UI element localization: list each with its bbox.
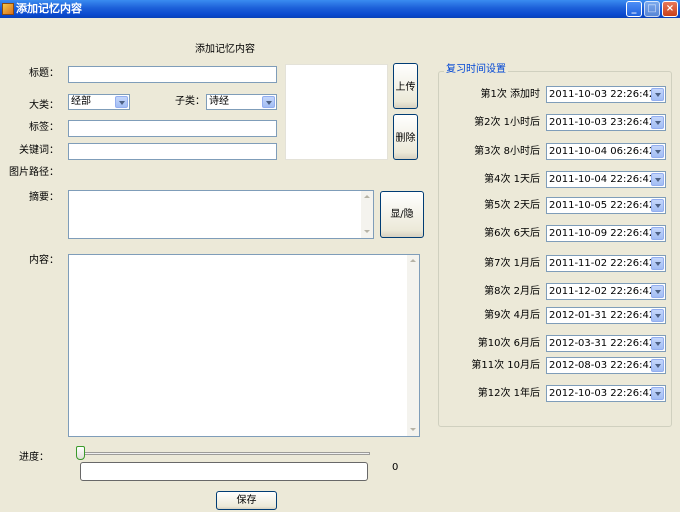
- review-time-select[interactable]: 2011-10-04 06:26:42: [546, 143, 666, 160]
- review-time-value: 2011-10-04 06:26:42: [549, 146, 656, 157]
- category-value: 经部: [71, 96, 91, 107]
- keywords-label: 关键词：: [19, 145, 59, 156]
- chevron-down-icon[interactable]: [651, 227, 664, 240]
- title-bar: 添加记忆内容 _ □ ×: [0, 0, 680, 18]
- review-time-select[interactable]: 2011-10-09 22:26:42: [546, 225, 666, 242]
- image-preview: [285, 64, 388, 160]
- review-row-label: 第8次 2月后: [484, 286, 540, 297]
- chevron-down-icon[interactable]: [651, 337, 664, 350]
- scroll-up-icon[interactable]: [362, 192, 372, 202]
- tags-label: 标签：: [29, 122, 59, 133]
- review-time-select[interactable]: 2012-10-03 22:26:42: [546, 385, 666, 402]
- window-title: 添加记忆内容: [16, 2, 82, 15]
- review-time-value: 2011-10-05 22:26:42: [549, 200, 656, 211]
- chevron-down-icon[interactable]: [651, 145, 664, 158]
- review-row-label: 第5次 2天后: [484, 200, 540, 211]
- review-time-value: 2011-10-09 22:26:42: [549, 228, 656, 239]
- chevron-down-icon[interactable]: [651, 199, 664, 212]
- delete-button[interactable]: 删除: [393, 114, 418, 160]
- review-time-select[interactable]: 2011-12-02 22:26:42: [546, 283, 666, 300]
- chevron-down-icon[interactable]: [651, 285, 664, 298]
- scroll-up-icon[interactable]: [408, 256, 418, 266]
- review-time-select[interactable]: 2012-08-03 22:26:42: [546, 357, 666, 374]
- summary-label: 摘要：: [29, 192, 59, 203]
- summary-scrollbar[interactable]: [361, 191, 373, 238]
- review-time-value: 2011-11-02 22:26:42: [549, 258, 656, 269]
- review-time-select[interactable]: 2011-10-04 22:26:42: [546, 171, 666, 188]
- toggle-visibility-button[interactable]: 显/隐: [380, 191, 424, 238]
- chevron-down-icon[interactable]: [651, 116, 664, 129]
- category-label: 大类：: [29, 100, 59, 111]
- keywords-input[interactable]: [68, 143, 277, 160]
- chevron-down-icon[interactable]: [651, 359, 664, 372]
- review-row-label: 第11次 10月后: [471, 360, 540, 371]
- scroll-down-icon[interactable]: [362, 227, 372, 237]
- content-textarea[interactable]: [68, 254, 420, 437]
- progress-bar: [80, 462, 368, 481]
- upload-button[interactable]: 上传: [393, 63, 418, 109]
- progress-label: 进度：: [19, 452, 49, 463]
- review-row-label: 第2次 1小时后: [474, 117, 540, 128]
- content-label: 内容：: [29, 255, 59, 266]
- summary-textarea[interactable]: [68, 190, 374, 239]
- review-row-label: 第6次 6天后: [484, 228, 540, 239]
- chevron-down-icon[interactable]: [651, 173, 664, 186]
- review-time-select[interactable]: 2011-10-03 23:26:42: [546, 114, 666, 131]
- subcategory-select[interactable]: 诗经: [206, 94, 277, 110]
- review-row-label: 第12次 1年后: [477, 388, 540, 399]
- review-time-value: 2011-10-03 23:26:42: [549, 117, 656, 128]
- review-row-label: 第9次 4月后: [484, 310, 540, 321]
- chevron-down-icon[interactable]: [115, 96, 128, 108]
- title-label: 标题：: [29, 68, 59, 79]
- review-time-value: 2011-10-03 22:26:42: [549, 89, 656, 100]
- title-input[interactable]: [68, 66, 277, 83]
- category-select[interactable]: 经部: [68, 94, 130, 110]
- save-button[interactable]: 保存: [216, 491, 277, 510]
- chevron-down-icon[interactable]: [651, 257, 664, 270]
- progress-slider-track[interactable]: [76, 452, 370, 455]
- image-path-label: 图片路径：: [9, 167, 59, 178]
- close-button[interactable]: ×: [662, 1, 678, 17]
- subcategory-label: 子类：: [175, 96, 205, 107]
- chevron-down-icon[interactable]: [651, 88, 664, 101]
- review-time-value: 2012-10-03 22:26:42: [549, 388, 656, 399]
- progress-slider-thumb[interactable]: [76, 446, 85, 460]
- app-icon: [2, 3, 14, 15]
- review-row-label: 第1次 添加时: [480, 89, 540, 100]
- review-row-label: 第4次 1天后: [484, 174, 540, 185]
- review-time-select[interactable]: 2011-10-05 22:26:42: [546, 197, 666, 214]
- maximize-button[interactable]: □: [644, 1, 660, 17]
- chevron-down-icon[interactable]: [262, 96, 275, 108]
- chevron-down-icon[interactable]: [651, 387, 664, 400]
- review-row-label: 第3次 8小时后: [474, 146, 540, 157]
- review-time-select[interactable]: 2011-11-02 22:26:42: [546, 255, 666, 272]
- review-time-value: 2012-01-31 22:26:42: [549, 310, 656, 321]
- chevron-down-icon[interactable]: [651, 309, 664, 322]
- tags-input[interactable]: [68, 120, 277, 137]
- review-time-value: 2012-03-31 22:26:42: [549, 338, 656, 349]
- review-schedule-title: 复习时间设置: [444, 64, 508, 76]
- review-row-label: 第7次 1月后: [484, 258, 540, 269]
- scroll-down-icon[interactable]: [408, 425, 418, 435]
- subcategory-value: 诗经: [209, 96, 229, 107]
- progress-value: 0: [392, 462, 399, 473]
- minimize-button[interactable]: _: [626, 1, 642, 17]
- review-time-select[interactable]: 2012-01-31 22:26:42: [546, 307, 666, 324]
- content-scrollbar[interactable]: [407, 255, 419, 436]
- review-row-label: 第10次 6月后: [477, 338, 540, 349]
- review-time-value: 2011-10-04 22:26:42: [549, 174, 656, 185]
- review-time-value: 2012-08-03 22:26:42: [549, 360, 656, 371]
- review-time-select[interactable]: 2012-03-31 22:26:42: [546, 335, 666, 352]
- review-time-select[interactable]: 2011-10-03 22:26:42: [546, 86, 666, 103]
- review-time-value: 2011-12-02 22:26:42: [549, 286, 656, 297]
- form-heading: 添加记忆内容: [195, 44, 255, 55]
